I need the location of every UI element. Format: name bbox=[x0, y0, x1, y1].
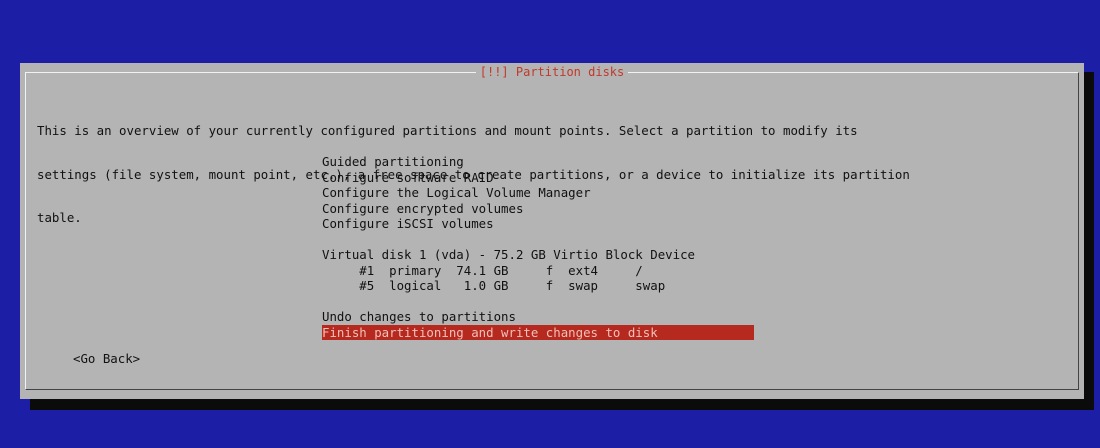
menu-item-encrypted-volumes[interactable]: Configure encrypted volumes bbox=[322, 201, 754, 217]
menu-item-software-raid[interactable]: Configure software RAID bbox=[322, 170, 754, 186]
partition-menu: Guided partitioning Configure software R… bbox=[322, 154, 754, 340]
dialog-title-bar: [!!] Partition disks bbox=[20, 64, 1084, 80]
menu-item-iscsi-volumes[interactable]: Configure iSCSI volumes bbox=[322, 216, 754, 232]
menu-spacer bbox=[322, 294, 754, 310]
menu-item-partition-5[interactable]: #5 logical 1.0 GB f swap swap bbox=[322, 278, 754, 294]
menu-item-lvm[interactable]: Configure the Logical Volume Manager bbox=[322, 185, 754, 201]
menu-item-finish-partitioning[interactable]: Finish partitioning and write changes to… bbox=[322, 324, 754, 340]
menu-spacer bbox=[322, 232, 754, 248]
menu-item-partition-1[interactable]: #1 primary 74.1 GB f ext4 / bbox=[322, 263, 754, 279]
partition-dialog: [!!] Partition disks This is an overview… bbox=[20, 63, 1084, 399]
dialog-title: [!!] Partition disks bbox=[475, 65, 629, 79]
description-line: This is an overview of your currently co… bbox=[37, 123, 858, 138]
installer-screen: [!!] Partition disks This is an overview… bbox=[0, 0, 1100, 448]
menu-item-undo-changes[interactable]: Undo changes to partitions bbox=[322, 309, 754, 325]
menu-item-guided-partitioning[interactable]: Guided partitioning bbox=[322, 154, 754, 170]
go-back-button[interactable]: <Go Back> bbox=[73, 351, 140, 366]
menu-item-disk[interactable]: Virtual disk 1 (vda) - 75.2 GB Virtio Bl… bbox=[322, 247, 754, 263]
